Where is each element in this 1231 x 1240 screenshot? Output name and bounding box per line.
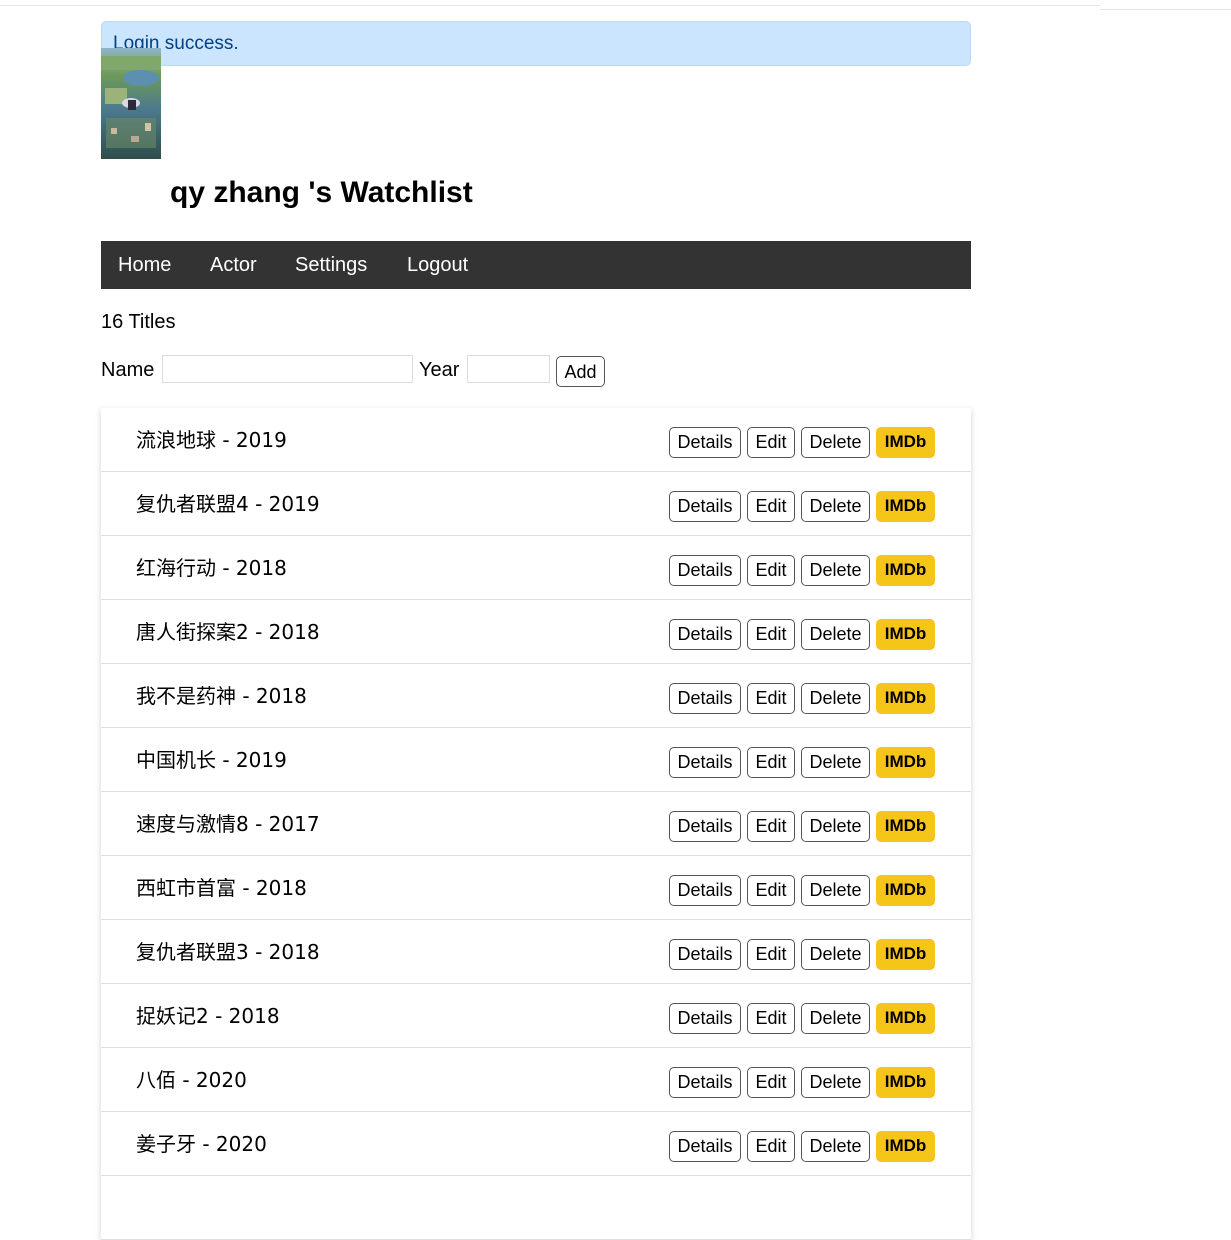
- delete-button[interactable]: Delete: [801, 939, 870, 970]
- edit-button[interactable]: Edit: [747, 1131, 795, 1162]
- movie-title: 唐人街探案2 - 2018: [136, 620, 320, 644]
- nav-home[interactable]: Home: [118, 241, 171, 289]
- movie-title: 流浪地球 - 2019: [136, 428, 287, 452]
- list-item: 流浪地球 - 2019 Details Edit Delete IMDb: [101, 408, 971, 472]
- movie-title: 速度与激情8 - 2017: [136, 812, 320, 836]
- imdb-link[interactable]: IMDb: [876, 619, 935, 650]
- list-item: 姜子牙 - 2020 Details Edit Delete IMDb: [101, 1112, 971, 1176]
- list-item: 八佰 - 2020 Details Edit Delete IMDb: [101, 1048, 971, 1112]
- name-input[interactable]: [162, 355, 413, 383]
- delete-button[interactable]: Delete: [801, 1131, 870, 1162]
- movie-title: 捉妖记2 - 2018: [136, 1004, 280, 1028]
- imdb-link[interactable]: IMDb: [876, 875, 935, 906]
- movie-title: 我不是药神 - 2018: [136, 684, 307, 708]
- edit-button[interactable]: Edit: [747, 683, 795, 714]
- details-button[interactable]: Details: [669, 427, 741, 458]
- delete-button[interactable]: Delete: [801, 555, 870, 586]
- list-item: [101, 1176, 971, 1240]
- details-button[interactable]: Details: [669, 939, 741, 970]
- movie-title: 八佰 - 2020: [136, 1068, 247, 1092]
- details-button[interactable]: Details: [669, 875, 741, 906]
- nav-actor[interactable]: Actor: [210, 241, 257, 289]
- imdb-link[interactable]: IMDb: [876, 1131, 935, 1162]
- nav-settings[interactable]: Settings: [295, 241, 367, 289]
- add-movie-form: Name Year Add: [101, 355, 971, 387]
- details-button[interactable]: Details: [669, 555, 741, 586]
- delete-button[interactable]: Delete: [801, 491, 870, 522]
- list-item: 西虹市首富 - 2018 Details Edit Delete IMDb: [101, 856, 971, 920]
- year-input[interactable]: [467, 355, 550, 383]
- edit-button[interactable]: Edit: [747, 811, 795, 842]
- avatar-image: [101, 48, 161, 159]
- delete-button[interactable]: Delete: [801, 875, 870, 906]
- add-button[interactable]: Add: [556, 356, 605, 387]
- page-title: qy zhang 's Watchlist: [170, 176, 473, 209]
- delete-button[interactable]: Delete: [801, 683, 870, 714]
- details-button[interactable]: Details: [669, 1067, 741, 1098]
- movie-list: 流浪地球 - 2019 Details Edit Delete IMDb 复仇者联盟4 -…: [101, 408, 971, 1240]
- edit-button[interactable]: Edit: [747, 747, 795, 778]
- imdb-link[interactable]: IMDb: [876, 1003, 935, 1034]
- movie-title: 中国机长 - 2019: [136, 748, 287, 772]
- details-button[interactable]: Details: [669, 683, 741, 714]
- delete-button[interactable]: Delete: [801, 747, 870, 778]
- movie-title: 红海行动 - 2018: [136, 556, 287, 580]
- list-item: 复仇者联盟3 - 2018 Details Edit Delete IMDb: [101, 920, 971, 984]
- details-button[interactable]: Details: [669, 747, 741, 778]
- edit-button[interactable]: Edit: [747, 619, 795, 650]
- list-item: 红海行动 - 2018 Details Edit Delete IMDb: [101, 536, 971, 600]
- movie-title: 复仇者联盟4 - 2019: [136, 492, 320, 516]
- list-item: 速度与激情8 - 2017 Details Edit Delete IMDb: [101, 792, 971, 856]
- details-button[interactable]: Details: [669, 811, 741, 842]
- delete-button[interactable]: Delete: [801, 619, 870, 650]
- title-count: 16 Titles: [101, 311, 176, 333]
- imdb-link[interactable]: IMDb: [876, 491, 935, 522]
- edit-button[interactable]: Edit: [747, 555, 795, 586]
- list-item: 我不是药神 - 2018 Details Edit Delete IMDb: [101, 664, 971, 728]
- year-label: Year: [419, 359, 460, 381]
- list-item: 捉妖记2 - 2018 Details Edit Delete IMDb: [101, 984, 971, 1048]
- details-button[interactable]: Details: [669, 1003, 741, 1034]
- movie-title: 复仇者联盟3 - 2018: [136, 940, 320, 964]
- movie-title: 姜子牙 - 2020: [136, 1132, 267, 1156]
- imdb-link[interactable]: IMDb: [876, 683, 935, 714]
- browser-edge: [0, 0, 1100, 6]
- imdb-link[interactable]: IMDb: [876, 939, 935, 970]
- list-item: 唐人街探案2 - 2018 Details Edit Delete IMDb: [101, 600, 971, 664]
- edit-button[interactable]: Edit: [747, 939, 795, 970]
- main-container: Login success. qy zhang 's Watchlist Hom…: [101, 21, 971, 1240]
- edit-button[interactable]: Edit: [747, 427, 795, 458]
- edit-button[interactable]: Edit: [747, 1003, 795, 1034]
- name-label: Name: [101, 359, 155, 381]
- movie-title: 西虹市首富 - 2018: [136, 876, 307, 900]
- main-nav: Home Actor Settings Logout: [101, 241, 971, 289]
- delete-button[interactable]: Delete: [801, 1003, 870, 1034]
- edit-button[interactable]: Edit: [747, 1067, 795, 1098]
- delete-button[interactable]: Delete: [801, 427, 870, 458]
- imdb-link[interactable]: IMDb: [876, 811, 935, 842]
- details-button[interactable]: Details: [669, 491, 741, 522]
- nav-logout[interactable]: Logout: [407, 241, 468, 289]
- delete-button[interactable]: Delete: [801, 1067, 870, 1098]
- edit-button[interactable]: Edit: [747, 491, 795, 522]
- list-item: 复仇者联盟4 - 2019 Details Edit Delete IMDb: [101, 472, 971, 536]
- imdb-link[interactable]: IMDb: [876, 1067, 935, 1098]
- imdb-link[interactable]: IMDb: [876, 427, 935, 458]
- browser-edge-right: [1100, 0, 1231, 10]
- flash-alert: Login success.: [101, 21, 971, 66]
- imdb-link[interactable]: IMDb: [876, 747, 935, 778]
- list-item: 中国机长 - 2019 Details Edit Delete IMDb: [101, 728, 971, 792]
- delete-button[interactable]: Delete: [801, 811, 870, 842]
- edit-button[interactable]: Edit: [747, 875, 795, 906]
- details-button[interactable]: Details: [669, 1131, 741, 1162]
- imdb-link[interactable]: IMDb: [876, 555, 935, 586]
- details-button[interactable]: Details: [669, 619, 741, 650]
